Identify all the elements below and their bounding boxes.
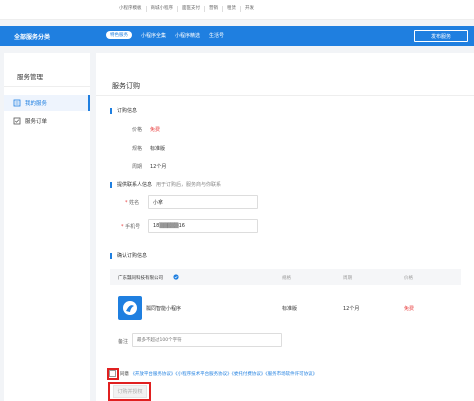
top-link[interactable]: 开发	[241, 6, 258, 12]
col-price: 价格	[404, 276, 413, 281]
col-period: 周期	[343, 276, 352, 281]
tab-featured[interactable]: 特色服务	[106, 31, 132, 39]
section-confirm: 确认订购信息	[110, 252, 147, 259]
publish-service-button[interactable]: 发布服务	[414, 30, 468, 42]
section-order-info: 订购信息	[110, 107, 137, 114]
product-logo	[118, 296, 142, 320]
spec-value: 标准版	[150, 146, 166, 152]
main-panel: 服务订购 订购信息 价格 免费 规格 标准版 周期 12个月 提供联系人信息 用…	[96, 53, 474, 401]
remark-label: 备注	[118, 339, 129, 345]
tab-life[interactable]: 生活号	[209, 32, 224, 39]
company-name: 广东瓢同科技有限公司	[118, 276, 163, 281]
sidebar: 服务管理 我的服务 服务订单	[4, 53, 90, 401]
sidebar-item-label: 服务订单	[25, 119, 48, 125]
sidebar-item-label: 我的服务	[25, 101, 48, 107]
top-link[interactable]: 小程序模板	[115, 6, 147, 12]
tab-miniprogram-all[interactable]: 小程序全集	[141, 32, 166, 39]
order-check-icon	[13, 117, 21, 125]
phone-label: * 手机号	[121, 224, 141, 230]
divider	[4, 86, 90, 87]
phone-input-value: 18▒▒▒▒▒16	[153, 223, 185, 229]
page-title: 服务订购	[112, 82, 140, 90]
category-tabs: 特色服务 小程序全集 小程序精选 生活号	[106, 31, 233, 39]
agreement-links[interactable]: 《开放平台服务协议》《小程序技术平台服务协议》《委托付费协议》《服务市场软件许可…	[130, 372, 317, 377]
price-label: 价格	[132, 127, 143, 133]
book-icon	[13, 99, 21, 107]
sidebar-item-my-services[interactable]: 我的服务	[4, 95, 90, 111]
top-nav: 小程序模板 商城小程序 面医支付 营销 租赁 开发	[0, 0, 474, 20]
category-bar: 全部服务分类 特色服务 小程序全集 小程序精选 生活号 发布服务	[0, 26, 474, 46]
period-value: 12个月	[150, 164, 167, 170]
name-input-value: 小拿	[153, 199, 164, 206]
period-label: 周期	[132, 164, 143, 170]
product-period: 12个月	[343, 306, 360, 312]
product-price: 免费	[404, 306, 415, 312]
section-title: 提供联系人信息	[117, 182, 153, 188]
agreement-prefix: 同意	[120, 372, 129, 377]
agreement-text: 同意 《开放平台服务协议》《小程序技术平台服务协议》《委托付费协议》《服务市场软…	[120, 371, 317, 377]
remark-input[interactable]	[132, 333, 282, 347]
phone-input[interactable]: 18▒▒▒▒▒16	[148, 219, 258, 233]
section-hint: 用于订购后，服务商与你联系	[156, 182, 222, 188]
verified-icon	[173, 274, 179, 282]
highlight-box	[107, 368, 119, 380]
phone-label-text: 手机号	[125, 224, 141, 230]
name-label: * 小拿姓名	[125, 200, 140, 206]
highlight-box	[108, 382, 151, 401]
product-spec: 标准版	[282, 306, 298, 312]
spec-label: 规格	[132, 146, 143, 152]
name-input[interactable]: 小拿	[148, 195, 258, 209]
top-link[interactable]: 商城小程序	[147, 6, 178, 12]
top-link[interactable]: 租赁	[223, 6, 241, 12]
tab-miniprogram-picks[interactable]: 小程序精选	[175, 32, 200, 39]
top-link[interactable]: 面医支付	[178, 6, 205, 12]
price-value: 免费	[150, 127, 161, 133]
name-label-text: 姓名	[129, 200, 140, 206]
section-contact: 提供联系人信息 用于订购后，服务商与你联系	[110, 181, 221, 188]
col-spec: 规格	[282, 276, 291, 281]
all-categories[interactable]: 全部服务分类	[14, 32, 50, 41]
order-table-header: 广东瓢同科技有限公司 规格 周期 价格	[110, 269, 461, 285]
sidebar-title: 服务管理	[17, 73, 43, 81]
product-name: 瓢同智能小程序	[146, 306, 182, 312]
section-title: 确认订购信息	[117, 253, 148, 259]
sidebar-item-service-orders[interactable]: 服务订单	[4, 113, 90, 129]
top-link[interactable]: 营销	[205, 6, 223, 12]
top-links: 小程序模板 商城小程序 面医支付 营销 租赁 开发	[115, 6, 258, 12]
section-title: 订购信息	[117, 108, 138, 114]
divider	[96, 95, 474, 96]
